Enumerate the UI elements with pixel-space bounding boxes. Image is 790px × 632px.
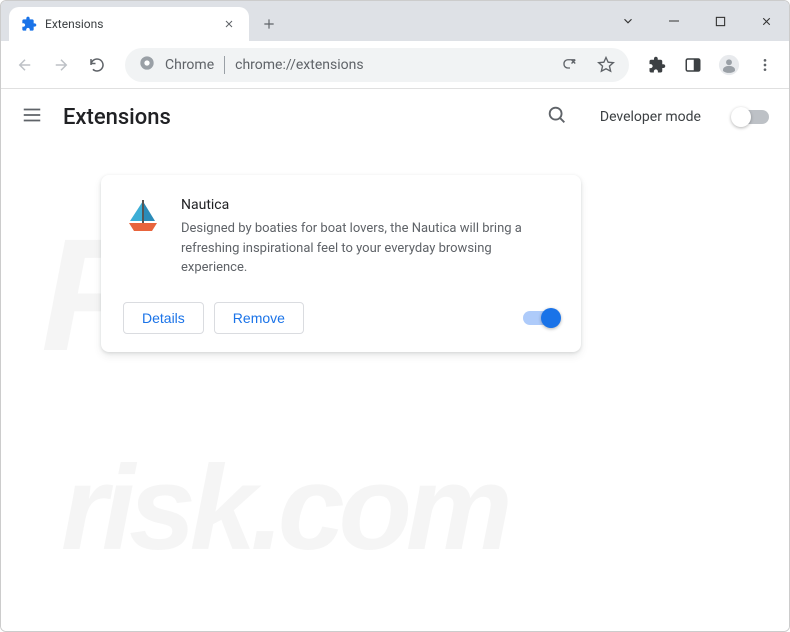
browser-tab[interactable]: Extensions [9, 7, 249, 41]
developer-mode-toggle[interactable] [733, 110, 769, 124]
chrome-logo-icon [139, 55, 155, 75]
back-button[interactable] [9, 49, 41, 81]
extensions-icon[interactable] [641, 49, 673, 81]
remove-button[interactable]: Remove [214, 302, 304, 334]
extensions-header: Extensions Developer mode [1, 89, 789, 145]
address-divider [224, 56, 225, 74]
search-icon[interactable] [546, 104, 568, 130]
titlebar: Extensions [1, 1, 789, 41]
profile-icon[interactable] [713, 49, 745, 81]
reload-button[interactable] [81, 49, 113, 81]
star-icon[interactable] [597, 56, 615, 74]
extension-description: Designed by boaties for boat lovers, the… [181, 219, 559, 278]
extension-name: Nautica [181, 197, 559, 213]
page-content: PC risk.com Extensions Developer mode [1, 89, 789, 631]
extension-info: Nautica Designed by boaties for boat lov… [181, 197, 559, 278]
extension-enable-toggle[interactable] [523, 311, 559, 325]
maximize-button[interactable] [697, 1, 743, 41]
minimize-button[interactable] [651, 1, 697, 41]
developer-mode-label: Developer mode [600, 109, 701, 125]
menu-icon[interactable] [749, 49, 781, 81]
address-scheme-label: Chrome [165, 57, 214, 73]
share-icon[interactable] [561, 56, 579, 74]
details-button[interactable]: Details [123, 302, 204, 334]
close-icon[interactable] [221, 16, 237, 32]
browser-window: Extensions [0, 0, 790, 632]
hamburger-icon[interactable] [21, 104, 43, 130]
sailboat-icon [123, 197, 163, 237]
extensions-list: Nautica Designed by boaties for boat lov… [1, 145, 789, 382]
window-controls [605, 1, 789, 41]
watermark-text-2: risk.com [61, 439, 507, 577]
address-bar[interactable]: Chrome chrome://extensions [125, 48, 629, 82]
page-title: Extensions [63, 105, 526, 130]
close-window-button[interactable] [743, 1, 789, 41]
new-tab-button[interactable] [255, 10, 283, 38]
puzzle-piece-icon [21, 16, 37, 32]
extension-card: Nautica Designed by boaties for boat lov… [101, 175, 581, 352]
side-panel-icon[interactable] [677, 49, 709, 81]
chevron-down-icon[interactable] [605, 1, 651, 41]
forward-button[interactable] [45, 49, 77, 81]
extension-actions: Details Remove [123, 302, 559, 334]
tab-title: Extensions [45, 17, 213, 31]
extension-card-header: Nautica Designed by boaties for boat lov… [123, 197, 559, 278]
browser-toolbar: Chrome chrome://extensions [1, 41, 789, 89]
address-url: chrome://extensions [235, 57, 551, 73]
